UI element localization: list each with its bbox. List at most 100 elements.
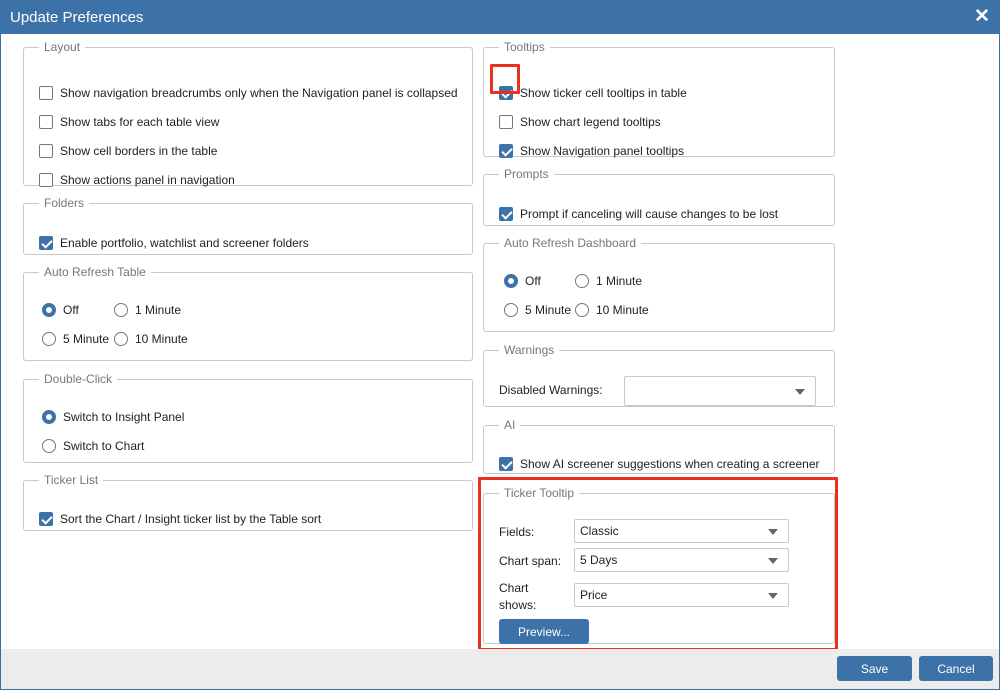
dialog-title: Update Preferences [10,9,144,26]
ticker-tooltip-legend: Ticker Tooltip [504,486,575,500]
double-click-chart[interactable]: Switch to Chart [42,437,144,455]
checkbox[interactable] [39,236,53,250]
close-icon[interactable]: ✕ [973,6,991,28]
double-click-legend: Double-Click [44,372,113,386]
checkbox[interactable] [39,115,53,129]
radio[interactable] [42,439,56,453]
checkbox-label: Prompt if canceling will cause changes t… [520,207,779,221]
fields-select[interactable]: Classic [574,519,789,543]
auto-refresh-table-off[interactable]: Off [42,301,79,319]
ticker-list-sort[interactable]: Sort the Chart / Insight ticker list by … [39,510,321,528]
chevron-down-icon [768,593,778,599]
preview-button[interactable]: Preview... [499,619,589,644]
chart-shows-value: Price [580,588,608,602]
radio-label: 1 Minute [596,274,643,288]
checkbox-label: Show ticker cell tooltips in table [520,86,687,100]
checkbox-label: Sort the Chart / Insight ticker list by … [60,512,322,526]
radio-label: 10 Minute [135,332,188,346]
radio[interactable] [575,303,589,317]
dialog-content: Layout Show navigation breadcrumbs only … [1,34,999,649]
layout-option-cell-borders[interactable]: Show cell borders in the table [39,142,217,160]
preferences-dialog: Update Preferences ✕ Layout Show navigat… [0,0,1000,690]
prompts-cancel-warning[interactable]: Prompt if canceling will cause changes t… [499,205,778,223]
checkbox[interactable] [499,457,513,471]
checkbox[interactable] [39,173,53,187]
layout-legend: Layout [44,40,81,54]
dialog-titlebar: Update Preferences ✕ [1,1,999,34]
tooltips-ticker-cell[interactable]: Show ticker cell tooltips in table [499,84,687,102]
checkbox[interactable] [499,207,513,221]
auto-refresh-dashboard-off[interactable]: Off [504,272,541,290]
radio[interactable] [575,274,589,288]
prompts-group: Prompts Prompt if canceling will cause c… [483,167,835,226]
checkbox-label: Show actions panel in navigation [60,173,235,187]
chart-shows-select[interactable]: Price [574,583,789,607]
tooltips-chart-legend[interactable]: Show chart legend tooltips [499,113,661,131]
dialog-footer: Save Cancel [1,649,999,689]
ai-group: AI Show AI screener suggestions when cre… [483,418,835,474]
cancel-button[interactable]: Cancel [919,656,993,681]
chart-shows-label-2: shows: [499,598,537,612]
checkbox-label: Show chart legend tooltips [520,115,661,129]
save-button[interactable]: Save [837,656,912,681]
auto-refresh-table-5min[interactable]: 5 Minute [42,330,109,348]
auto-refresh-dashboard-10min[interactable]: 10 Minute [575,301,649,319]
radio[interactable] [114,332,128,346]
checkbox-label: Show tabs for each table view [60,115,220,129]
checkbox[interactable] [39,86,53,100]
warnings-legend: Warnings [504,343,555,357]
radio[interactable] [114,303,128,317]
checkbox-label: Show cell borders in the table [60,144,218,158]
tooltips-group: Tooltips Show ticker cell tooltips in ta… [483,40,835,160]
folders-legend: Folders [44,196,85,210]
auto-refresh-table-10min[interactable]: 10 Minute [114,330,188,348]
radio[interactable] [42,303,56,317]
radio-label: 10 Minute [596,303,649,317]
layout-group: Layout Show navigation breadcrumbs only … [23,40,473,189]
auto-refresh-dashboard-5min[interactable]: 5 Minute [504,301,571,319]
chart-span-value: 5 Days [580,553,618,567]
checkbox[interactable] [499,86,513,100]
layout-option-actions-panel[interactable]: Show actions panel in navigation [39,171,235,189]
auto-refresh-dashboard-1min[interactable]: 1 Minute [575,272,642,290]
checkbox[interactable] [39,144,53,158]
tooltips-navigation-panel[interactable]: Show Navigation panel tooltips [499,142,684,160]
ticker-list-legend: Ticker List [44,473,99,487]
radio-label: Off [525,274,541,288]
disabled-warnings-select[interactable] [624,376,816,406]
ticker-list-group: Ticker List Sort the Chart / Insight tic… [23,473,473,531]
radio[interactable] [42,410,56,424]
chart-shows-label: Chart [499,581,529,595]
checkbox[interactable] [499,144,513,158]
chevron-down-icon [768,558,778,564]
fields-label: Fields: [499,525,535,539]
tooltips-legend: Tooltips [504,40,545,54]
double-click-insight[interactable]: Switch to Insight Panel [42,408,184,426]
radio-label: Off [63,303,79,317]
layout-option-breadcrumbs[interactable]: Show navigation breadcrumbs only when th… [39,84,458,102]
chevron-down-icon [768,529,778,535]
radio-label: 1 Minute [135,303,182,317]
prompts-legend: Prompts [504,167,549,181]
auto-refresh-table-legend: Auto Refresh Table [44,265,146,279]
checkbox[interactable] [39,512,53,526]
ai-legend: AI [504,418,516,432]
radio[interactable] [504,303,518,317]
chart-span-select[interactable]: 5 Days [574,548,789,572]
auto-refresh-dashboard-group: Auto Refresh Dashboard Off 1 Minute 5 Mi… [483,236,835,332]
warnings-group: Warnings Disabled Warnings: [483,343,835,407]
folders-option-enable[interactable]: Enable portfolio, watchlist and screener… [39,234,309,252]
checkbox-label: Show AI screener suggestions when creati… [520,457,820,471]
auto-refresh-dashboard-legend: Auto Refresh Dashboard [504,236,637,250]
radio[interactable] [504,274,518,288]
layout-option-tabs[interactable]: Show tabs for each table view [39,113,219,131]
double-click-group: Double-Click Switch to Insight Panel Swi… [23,372,473,463]
checkbox[interactable] [499,115,513,129]
auto-refresh-table-group: Auto Refresh Table Off 1 Minute 5 Minute… [23,265,473,361]
checkbox-label: Show Navigation panel tooltips [520,144,685,158]
ticker-tooltip-group: Ticker Tooltip Fields: Classic Chart spa… [483,486,835,644]
auto-refresh-table-1min[interactable]: 1 Minute [114,301,181,319]
fields-value: Classic [580,524,619,538]
ai-screener-suggestions[interactable]: Show AI screener suggestions when creati… [499,455,820,473]
radio[interactable] [42,332,56,346]
